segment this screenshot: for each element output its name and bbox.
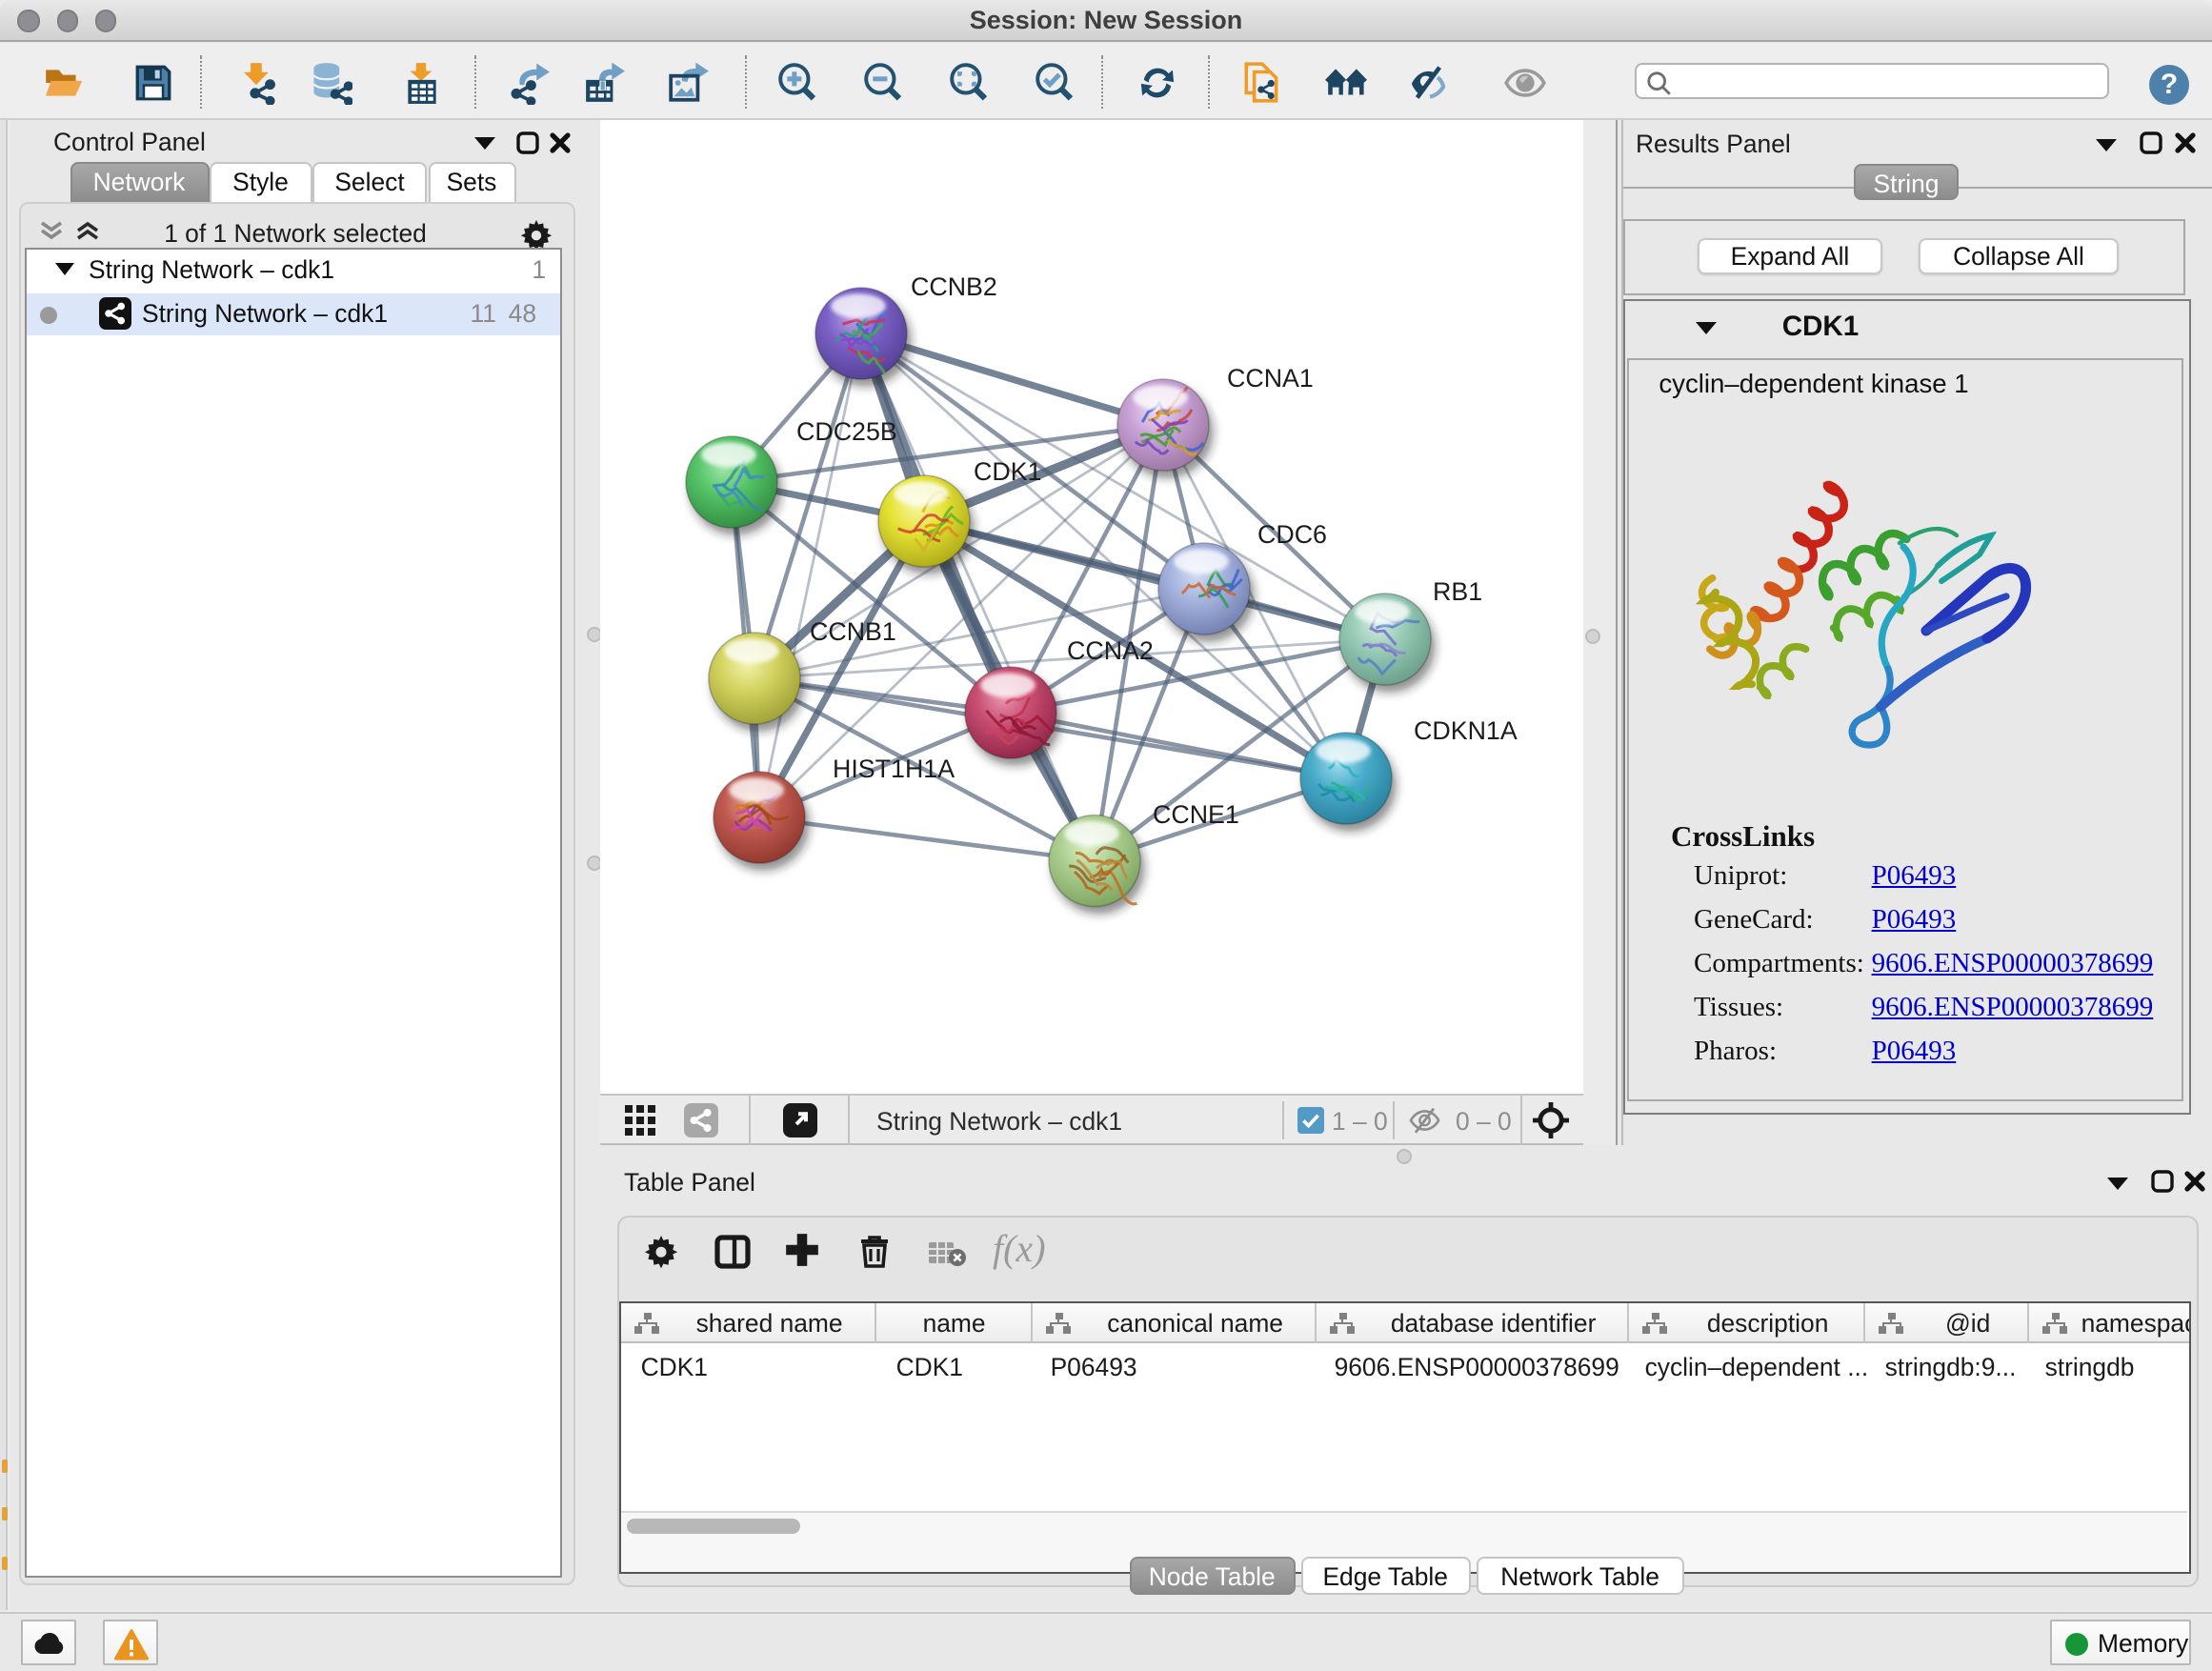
svg-text:CDC6: CDC6: [1257, 520, 1327, 549]
svg-text:CDC25B: CDC25B: [796, 417, 897, 446]
svg-text:CCNE1: CCNE1: [1153, 800, 1239, 829]
svg-text:CCNB1: CCNB1: [810, 617, 896, 646]
svg-text:CCNA2: CCNA2: [1067, 636, 1154, 665]
svg-text:RB1: RB1: [1433, 577, 1482, 606]
svg-text:CDKN1A: CDKN1A: [1414, 716, 1518, 745]
svg-text:CCNA1: CCNA1: [1227, 364, 1314, 393]
svg-text:CDK1: CDK1: [974, 457, 1041, 486]
svg-text:HIST1H1A: HIST1H1A: [833, 755, 955, 783]
svg-text:CCNB2: CCNB2: [911, 272, 997, 301]
